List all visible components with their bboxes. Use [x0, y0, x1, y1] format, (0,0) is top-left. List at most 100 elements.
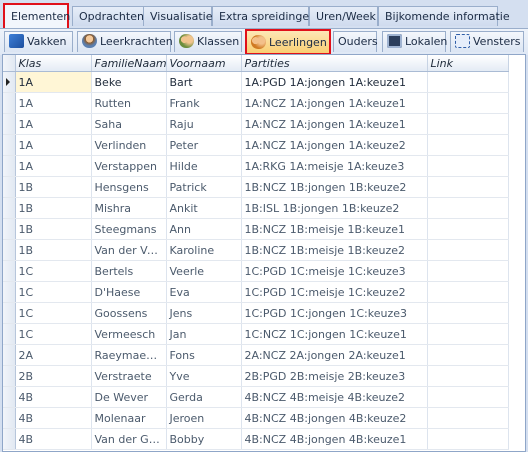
- cell-partities[interactable]: 1C:NCZ 1C:jongen 1C:keuze1: [241, 323, 428, 345]
- row-indicator[interactable]: [3, 407, 16, 429]
- cell-partities[interactable]: 1C:PGD 1C:meisje 1C:keuze2: [241, 281, 428, 303]
- table-row[interactable]: 1A Verstappen Hilde 1A:RKG 1A:meisje 1A:keu…: [3, 155, 509, 177]
- row-indicator[interactable]: [3, 113, 16, 135]
- row-indicator[interactable]: [3, 155, 16, 177]
- cell-klas[interactable]: 1A: [15, 113, 92, 135]
- cell-voornaam[interactable]: Raju: [166, 113, 242, 135]
- cell-partities[interactable]: 1B:NCZ 1B:meisje 1B:keuze1: [241, 218, 428, 240]
- subtab-vensters[interactable]: Vensters: [450, 31, 524, 52]
- cell-voornaam[interactable]: Yve: [166, 365, 242, 387]
- cell-klas[interactable]: 4B: [15, 407, 92, 429]
- row-indicator[interactable]: [3, 428, 16, 450]
- table-row[interactable]: 1C Bertels Veerle 1C:PGD 1C:meisje 1C:keuze…: [3, 260, 509, 282]
- cell-partities[interactable]: 1C:PGD 1C:meisje 1C:keuze3: [241, 260, 428, 282]
- cell-familienaam[interactable]: Van der Gr...: [91, 428, 167, 450]
- students-grid[interactable]: Klas FamilieNaam Voornaam Partities Link…: [2, 54, 526, 452]
- cell-klas[interactable]: 1C: [15, 260, 92, 282]
- subtab-klassen[interactable]: Klassen: [174, 31, 242, 52]
- cell-voornaam[interactable]: Ankit: [166, 197, 242, 219]
- cell-link[interactable]: [427, 134, 509, 156]
- cell-klas[interactable]: 1C: [15, 323, 92, 345]
- tab-elementen[interactable]: Elementen: [3, 3, 70, 30]
- cell-voornaam[interactable]: Jens: [166, 302, 242, 324]
- cell-partities[interactable]: 1B:ISL 1B:jongen 1B:keuze2: [241, 197, 428, 219]
- table-row[interactable]: 1B Mishra Ankit 1B:ISL 1B:jongen 1B:keuze2: [3, 197, 509, 219]
- cell-klas[interactable]: 1B: [15, 239, 92, 261]
- cell-partities[interactable]: 1C:PGD 1C:jongen 1C:keuze3: [241, 302, 428, 324]
- table-row[interactable]: 1A Beke Bart 1A:PGD 1A:jongen 1A:keuze1: [3, 71, 509, 93]
- cell-voornaam[interactable]: Patrick: [166, 176, 242, 198]
- row-indicator[interactable]: [3, 218, 16, 240]
- cell-familienaam[interactable]: Raeymaeck...: [91, 344, 167, 366]
- cell-partities[interactable]: 1A:NCZ 1A:jongen 1A:keuze1: [241, 113, 428, 135]
- cell-voornaam[interactable]: Ann: [166, 218, 242, 240]
- subtab-lokalen[interactable]: Lokalen: [382, 31, 447, 52]
- cell-familienaam[interactable]: Verlinden: [91, 134, 167, 156]
- table-row[interactable]: 1C D'Haese Eva 1C:PGD 1C:meisje 1C:keuze2: [3, 281, 509, 303]
- row-indicator[interactable]: [3, 344, 16, 366]
- cell-voornaam[interactable]: Jeroen: [166, 407, 242, 429]
- cell-klas[interactable]: 1A: [15, 71, 92, 93]
- cell-voornaam[interactable]: Jan: [166, 323, 242, 345]
- row-indicator[interactable]: [3, 176, 16, 198]
- cell-klas[interactable]: 1C: [15, 302, 92, 324]
- table-row[interactable]: 2B Verstraete Yve 2B:PGD 2B:meisje 2B:keuze…: [3, 365, 509, 387]
- cell-klas[interactable]: 1B: [15, 218, 92, 240]
- column-header-link[interactable]: Link: [427, 55, 509, 72]
- cell-link[interactable]: [427, 260, 509, 282]
- cell-link[interactable]: [427, 239, 509, 261]
- cell-klas[interactable]: 1C: [15, 281, 92, 303]
- cell-link[interactable]: [427, 155, 509, 177]
- cell-link[interactable]: [427, 407, 509, 429]
- cell-partities[interactable]: 1B:NCZ 1B:jongen 1B:keuze2: [241, 176, 428, 198]
- cell-familienaam[interactable]: Hensgens: [91, 176, 167, 198]
- cell-familienaam[interactable]: Rutten: [91, 92, 167, 114]
- table-row[interactable]: 1B Van der Ve... Karoline 1B:NCZ 1B:meisje …: [3, 239, 509, 261]
- row-indicator[interactable]: [3, 134, 16, 156]
- tab-extra-spreidingen[interactable]: Extra spreidingen: [212, 6, 316, 26]
- tab-opdrachten[interactable]: Opdrachten: [72, 6, 144, 26]
- cell-link[interactable]: [427, 302, 509, 324]
- cell-partities[interactable]: 4B:NCZ 4B:jongen 4B:keuze1: [241, 428, 428, 450]
- cell-familienaam[interactable]: Verstappen: [91, 155, 167, 177]
- table-row[interactable]: 4B Molenaar Jeroen 4B:NCZ 4B:jongen 4B:keuz…: [3, 407, 509, 429]
- subtab-leerlingen[interactable]: Leerlingen: [245, 29, 331, 55]
- subtab-ouders[interactable]: Ouders: [333, 31, 378, 52]
- table-row[interactable]: 4B De Wever Gerda 4B:NCZ 4B:meisje 4B:keuze…: [3, 386, 509, 408]
- cell-familienaam[interactable]: Molenaar: [91, 407, 167, 429]
- cell-voornaam[interactable]: Peter: [166, 134, 242, 156]
- cell-familienaam[interactable]: Goossens: [91, 302, 167, 324]
- cell-familienaam[interactable]: Van der Ve...: [91, 239, 167, 261]
- cell-link[interactable]: [427, 113, 509, 135]
- cell-link[interactable]: [427, 92, 509, 114]
- cell-familienaam[interactable]: Vermeesch: [91, 323, 167, 345]
- cell-link[interactable]: [427, 197, 509, 219]
- cell-partities[interactable]: 2B:PGD 2B:meisje 2B:keuze3: [241, 365, 428, 387]
- cell-klas[interactable]: 2A: [15, 344, 92, 366]
- table-row[interactable]: 4B Van der Gr... Bobby 4B:NCZ 4B:jongen 4B:…: [3, 428, 509, 450]
- cell-partities[interactable]: 4B:NCZ 4B:jongen 4B:keuze2: [241, 407, 428, 429]
- table-row[interactable]: 1C Goossens Jens 1C:PGD 1C:jongen 1C:keuze3: [3, 302, 509, 324]
- cell-partities[interactable]: 4B:NCZ 4B:meisje 4B:keuze2: [241, 386, 428, 408]
- subtab-leerkrachten[interactable]: Leerkrachten: [77, 31, 173, 52]
- cell-klas[interactable]: 4B: [15, 428, 92, 450]
- cell-voornaam[interactable]: Hilde: [166, 155, 242, 177]
- cell-partities[interactable]: 1B:NCZ 1B:meisje 1B:keuze2: [241, 239, 428, 261]
- cell-klas[interactable]: 1B: [15, 176, 92, 198]
- cell-link[interactable]: [427, 344, 509, 366]
- cell-familienaam[interactable]: Bertels: [91, 260, 167, 282]
- cell-familienaam[interactable]: Beke: [91, 71, 167, 93]
- cell-link[interactable]: [427, 386, 509, 408]
- cell-partities[interactable]: 1A:NCZ 1A:jongen 1A:keuze1: [241, 92, 428, 114]
- tab-uren-week[interactable]: Uren/Week: [309, 6, 378, 26]
- table-row[interactable]: 1A Verlinden Peter 1A:NCZ 1A:jongen 1A:keuz…: [3, 134, 509, 156]
- cell-voornaam[interactable]: Karoline: [166, 239, 242, 261]
- cell-familienaam[interactable]: Saha: [91, 113, 167, 135]
- cell-partities[interactable]: 1A:PGD 1A:jongen 1A:keuze1: [241, 71, 428, 93]
- cell-voornaam[interactable]: Bobby: [166, 428, 242, 450]
- cell-voornaam[interactable]: Frank: [166, 92, 242, 114]
- row-indicator[interactable]: [3, 281, 16, 303]
- column-header-familienaam[interactable]: FamilieNaam: [91, 55, 167, 72]
- row-indicator[interactable]: [3, 197, 16, 219]
- table-row[interactable]: 2A Raeymaeck... Fons 2A:NCZ 2A:jongen 2A:ke…: [3, 344, 509, 366]
